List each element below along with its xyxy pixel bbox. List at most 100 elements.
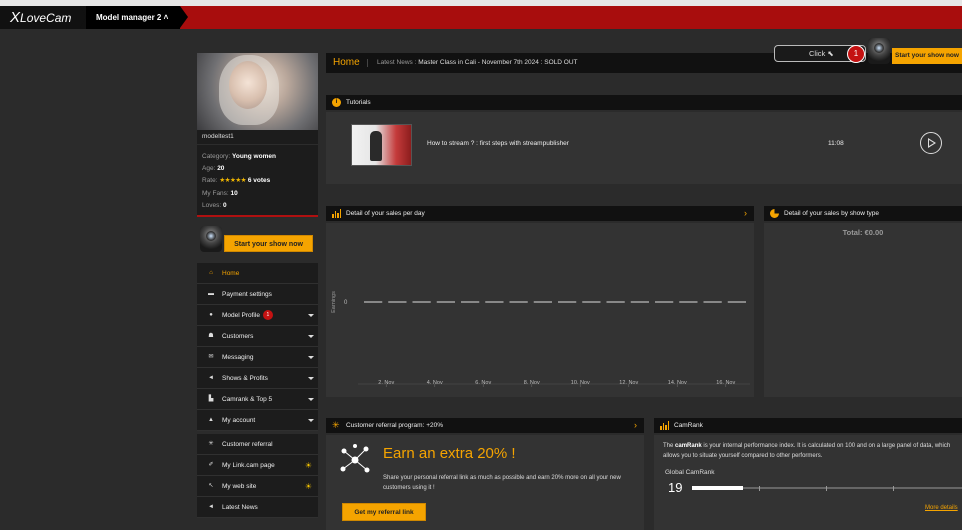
chevron-down-icon	[308, 419, 314, 422]
profile-divider	[197, 215, 318, 217]
news-icon: ◄	[208, 504, 214, 510]
sales-by-type-header: Detail of your sales by show type	[764, 206, 962, 221]
cursor-icon: ⬉	[827, 49, 834, 58]
x-tick-label: 16. Nov	[716, 380, 735, 386]
profile-fans: 10	[230, 189, 238, 197]
camrank-tick	[759, 486, 760, 491]
latest-news-ticker[interactable]: Latest News : Master Class in Cali - Nov…	[377, 53, 578, 73]
sidebar-nav: ⌂ Home ▬ Payment settings ● Model Profile 1 …	[197, 263, 318, 518]
chevron-down-icon	[308, 335, 314, 338]
profile-icon: ●	[209, 312, 213, 318]
sales-chart-panel: Earnings 0 2. Nov 4. Nov 6. Nov 8. Nov 10. Nov…	[326, 223, 754, 397]
bar-chart-icon	[332, 209, 341, 218]
start-show-top-button[interactable]: Start your show now	[892, 48, 962, 64]
notification-badge: 1	[262, 310, 273, 321]
profile-info: Category: Young women Age: 20 Rate: ★★★★…	[197, 144, 318, 212]
sidebar-item-messaging[interactable]: ✉ Messaging	[197, 347, 318, 368]
referral-icon: ✳	[208, 441, 214, 447]
tutorial-duration: 11:08	[828, 140, 844, 147]
global-camrank-label: Global CamRank	[665, 469, 715, 476]
mail-icon: ✉	[208, 354, 214, 360]
x-tick-label: 2. Nov	[378, 380, 394, 386]
rating-stars-icon: ★★★★★	[219, 177, 246, 185]
camrank-header: CamRank	[654, 418, 962, 433]
y-axis-label: Earnings	[331, 291, 337, 313]
x-tick-label: 10. Nov	[571, 380, 590, 386]
pie-chart-icon	[770, 209, 779, 218]
sidebar-item-customers[interactable]: ☗ Customers	[197, 326, 318, 347]
sales-by-type-panel	[764, 223, 962, 397]
sidebar-item-model-profile[interactable]: ● Model Profile 1	[197, 305, 318, 326]
chart-icon: ▙	[208, 396, 214, 402]
click-notification-badge: 1	[847, 45, 865, 63]
divider	[367, 59, 368, 67]
sales-per-day-header[interactable]: Detail of your sales per day ›	[326, 206, 754, 221]
x-tick-label: 14. Nov	[668, 380, 687, 386]
x-tick-label: 8. Nov	[524, 380, 540, 386]
lightbulb-icon: ☀	[304, 461, 312, 470]
customers-icon: ☗	[208, 333, 214, 339]
referral-header[interactable]: ✳ Customer referral program: +20% ›	[326, 418, 644, 433]
sidebar-item-camrank[interactable]: ▙ Camrank & Top 5	[197, 389, 318, 410]
webcam-icon	[868, 38, 890, 64]
info-icon: i	[332, 98, 341, 107]
sidebar-item-customer-referral[interactable]: ✳ Customer referral	[197, 434, 318, 455]
profile-photo[interactable]	[197, 53, 318, 130]
referral-icon: ✳	[332, 420, 340, 430]
start-show-widget: Start your show now	[197, 226, 318, 256]
profile-card: modeltest1 Category: Young women Age: 20…	[197, 53, 318, 217]
profile-votes: 6 votes	[247, 177, 271, 185]
home-icon: ⌂	[209, 270, 213, 276]
tutorial-title[interactable]: How to stream ? : first steps with strea…	[427, 140, 569, 147]
tutorial-thumbnail[interactable]	[351, 124, 412, 166]
camrank-progress-bar	[692, 486, 962, 490]
sidebar-item-my-web-site[interactable]: ↖ My web site ☀	[197, 476, 318, 497]
site-logo[interactable]: XLoveCam	[0, 6, 86, 29]
referral-headline: Earn an extra 20% !	[383, 445, 516, 462]
user-icon: ▲	[208, 417, 214, 423]
x-tick-label: 6. Nov	[475, 380, 491, 386]
more-details-link[interactable]: More details	[925, 505, 958, 511]
tutorials-panel	[326, 112, 962, 184]
shows-icon: ◄	[208, 375, 214, 381]
sidebar-item-latest-news[interactable]: ◄ Latest News	[197, 497, 318, 518]
sales-total: Total: €0.00	[842, 228, 884, 237]
tutorials-header: i Tutorials	[326, 95, 962, 110]
top-navigation-bar: XLoveCam Model manager 2 ˄	[0, 6, 962, 29]
sidebar-item-my-account[interactable]: ▲ My account	[197, 410, 318, 431]
x-tick-label: 12. Nov	[619, 380, 638, 386]
camrank-tick	[826, 486, 827, 491]
x-tick-label: 4. Nov	[427, 380, 443, 386]
lightbulb-icon: ☀	[304, 482, 312, 491]
profile-age: 20	[217, 165, 225, 173]
profile-category: Young women	[232, 153, 276, 160]
sales-chart: Earnings 0 2. Nov 4. Nov 6. Nov 8. Nov 10. Nov…	[331, 291, 750, 387]
network-icon	[340, 444, 370, 473]
home-header-bar: Home Latest News : Master Class in Cali …	[326, 53, 962, 73]
web-icon: ↖	[208, 483, 214, 489]
referral-text: Share your personal referral link as muc…	[383, 475, 621, 491]
camrank-progress-fill	[692, 486, 744, 490]
global-camrank-value: 19	[668, 480, 683, 495]
get-referral-link-button[interactable]: Get my referral link	[342, 503, 426, 521]
card-icon: ▬	[208, 291, 214, 297]
chevron-down-icon	[308, 356, 314, 359]
model-manager-tab[interactable]: Model manager 2 ˄	[79, 6, 189, 29]
chevron-right-icon[interactable]: ›	[744, 206, 747, 221]
chevron-down-icon	[308, 314, 314, 317]
chevron-down-icon	[308, 377, 314, 380]
bar-chart-icon	[660, 421, 669, 430]
profile-loves: 0	[222, 201, 227, 209]
chevron-right-icon[interactable]: ›	[634, 418, 637, 433]
page-title: Home	[333, 57, 360, 68]
play-icon[interactable]	[920, 132, 942, 154]
sidebar-item-payment-settings[interactable]: ▬ Payment settings	[197, 284, 318, 305]
camrank-tick	[893, 486, 894, 491]
sidebar-item-shows-profits[interactable]: ◄ Shows & Profits	[197, 368, 318, 389]
sidebar-item-link-cam-page[interactable]: ✐ My Link.cam page ☀	[197, 455, 318, 476]
link-icon: ✐	[208, 462, 214, 468]
start-show-button[interactable]: Start your show now	[224, 235, 313, 252]
profile-name: modeltest1	[197, 130, 318, 144]
sidebar-item-home[interactable]: ⌂ Home	[197, 263, 318, 284]
camrank-description: The camRank is your internal performance…	[663, 443, 951, 459]
